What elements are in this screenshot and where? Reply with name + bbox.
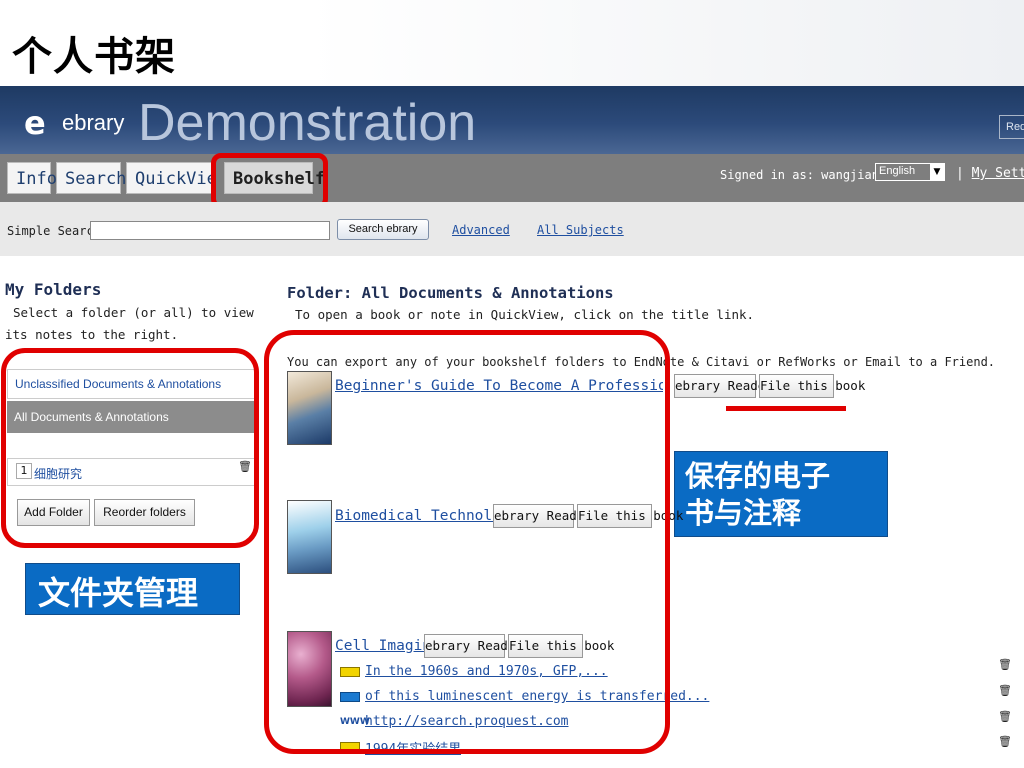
file-button-underline: [726, 406, 846, 411]
tab-quickview[interactable]: QuickView: [126, 162, 214, 194]
file-this-book-button[interactable]: File this book: [759, 374, 865, 398]
advanced-search-link[interactable]: Advanced: [452, 223, 510, 237]
trash-icon[interactable]: 🗑: [998, 684, 1012, 697]
my-settings-link[interactable]: My Settings: [972, 166, 1024, 181]
nav-separator: |: [956, 166, 964, 181]
trash-icon[interactable]: 🗑: [998, 658, 1012, 671]
ebrary-reader-button[interactable]: ebrary Reader: [674, 374, 773, 398]
open-description: To open a book or note in QuickView, cli…: [295, 307, 755, 322]
saved-books-callout: 保存的电子 书与注释: [674, 451, 888, 537]
tab-search[interactable]: Search: [56, 162, 126, 194]
trash-icon[interactable]: 🗑: [998, 710, 1012, 723]
search-ebrary-button[interactable]: Search ebrary: [337, 219, 429, 240]
settings-area: | My Settings: [956, 166, 1024, 181]
saved-books-callout-line2: 书与注释: [685, 496, 802, 530]
folder-content-heading: Folder: All Documents & Annotations: [287, 284, 614, 302]
all-subjects-link[interactable]: All Subjects: [537, 223, 624, 237]
signed-in-status: Signed in as: wangjianfei: [720, 168, 901, 182]
my-folders-heading: My Folders: [5, 280, 102, 299]
request-button[interactable]: Req: [999, 115, 1024, 139]
folders-highlight-frame: [1, 348, 259, 548]
tab-info[interactable]: Info: [7, 162, 57, 194]
saved-books-callout-line1: 保存的电子: [685, 459, 831, 493]
demonstration-banner: Demonstration: [138, 94, 477, 152]
trash-icon[interactable]: 🗑: [998, 735, 1012, 748]
ebrary-logo-text: ebrary: [62, 110, 125, 135]
folder-management-callout: 文件夹管理: [25, 563, 240, 615]
chevron-down-icon[interactable]: ▼: [930, 164, 944, 180]
bookshelf-content-highlight-frame: [264, 330, 670, 754]
folders-description: Select a folder (or all) to view its not…: [5, 305, 254, 342]
slide-title: 个人书架: [12, 34, 176, 80]
bookshelf-highlight-frame: [211, 153, 328, 209]
ebrary-logo-icon: e: [24, 104, 46, 142]
search-input[interactable]: [90, 221, 330, 240]
